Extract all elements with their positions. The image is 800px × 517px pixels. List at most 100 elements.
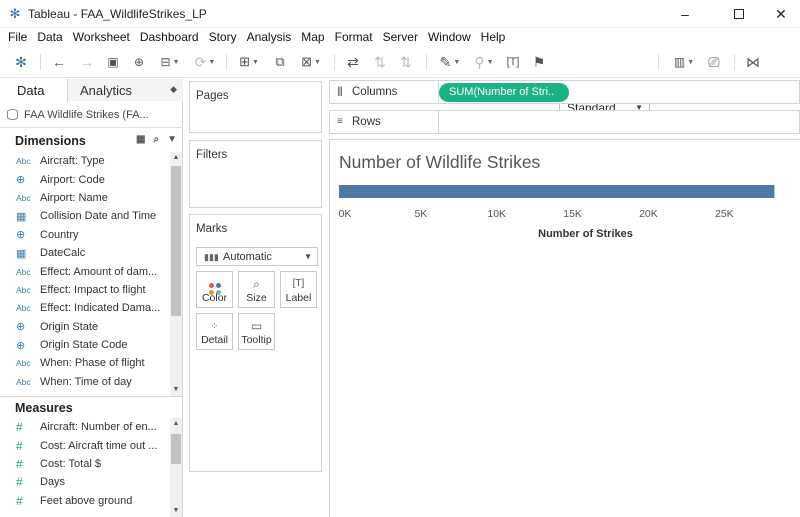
refresh-icon[interactable]: ⟳ ▼ (190, 52, 220, 72)
scroll-down-icon[interactable]: ▼ (170, 505, 182, 517)
tooltip-button[interactable]: ▭ Tooltip (238, 313, 275, 350)
dimension-field[interactable]: Abc Airport: Name (0, 189, 170, 207)
share-icon[interactable]: ⋈ (743, 52, 763, 72)
x-axis-tick-label: 5K (414, 208, 427, 220)
sort-descending-icon[interactable]: ⇅ (396, 52, 416, 72)
show-cards-icon[interactable]: ▥ ▼ (668, 52, 700, 72)
dimension-field[interactable]: Abc When: Phase of flight (0, 354, 170, 372)
scrollbar-thumb[interactable] (171, 166, 181, 316)
show-mark-labels-icon[interactable]: [T] (503, 52, 523, 72)
number-type-icon: # (16, 438, 23, 453)
dimension-field[interactable]: ⊕ Airport: Code (0, 170, 170, 188)
menu-dropdown-icon[interactable]: ▼ (167, 134, 177, 145)
bar-mark[interactable] (339, 185, 775, 198)
save-icon[interactable]: ▣ (104, 52, 122, 72)
view-grid-icon[interactable]: ▦ (136, 134, 145, 145)
scroll-up-icon[interactable]: ▲ (170, 418, 182, 430)
menu-story[interactable]: Story (204, 28, 242, 46)
columns-icon: ||| (337, 86, 343, 97)
search-icon[interactable]: ⌕ (153, 134, 159, 145)
pages-card[interactable]: Pages (189, 81, 322, 133)
toolbar-separator (40, 54, 41, 70)
fix-axes-icon[interactable]: ⚑ (530, 52, 548, 72)
dimension-field[interactable]: Abc When: Time of day (0, 373, 170, 391)
rows-icon: ≡ (337, 116, 343, 127)
measure-field[interactable]: # Aircraft: Number of en... (0, 418, 170, 436)
menu-file[interactable]: File (0, 28, 32, 46)
dimension-field[interactable]: Abc Aircraft: Type (0, 152, 170, 170)
minimize-button[interactable]: – (662, 0, 708, 28)
dimension-field[interactable]: ⊕ Country (0, 226, 170, 244)
toolbar: ✻ ← → ▣ ⊕ ⊟ ▼ ⟳ ▼ ⊞ ▼ ⧉ ⊠ ▼ ⇄ ⇅ ⇅ ✎ ▼ ⚲ ▼ [T] … (0, 46, 800, 118)
tab-data[interactable]: Data (0, 79, 68, 102)
tab-analytics-label: Analytics (80, 83, 133, 98)
menu-worksheet[interactable]: Worksheet (68, 28, 135, 46)
duplicate-sheet-icon[interactable]: ⧉ (270, 52, 290, 72)
measure-field[interactable]: # Feet above ground (0, 492, 170, 510)
clear-sheet-icon[interactable]: ⊠ ▼ (295, 52, 327, 72)
mark-type-value: Automatic (223, 251, 272, 263)
color-button[interactable]: Color (196, 271, 233, 308)
scroll-down-icon[interactable]: ▼ (170, 384, 182, 396)
menu-analysis[interactable]: Analysis (242, 28, 297, 46)
swap-rows-columns-icon[interactable]: ⇄ (343, 52, 363, 72)
menu-server[interactable]: Server (378, 28, 423, 46)
mark-type-select[interactable]: ▮▮▮ Automatic ▼ (196, 247, 318, 266)
dimensions-list: Abc Aircraft: Type ⊕ Airport: Code Abc Airp… (0, 152, 170, 396)
rows-shelf-label: ≡ Rows (330, 111, 439, 133)
dimensions-header: Dimensions ▦ ⌕ ▼ (0, 130, 183, 152)
maximize-icon (734, 9, 744, 19)
new-worksheet-icon[interactable]: ⊞ ▼ (234, 52, 264, 72)
dimension-field[interactable]: ▦ Collision Date and Time (0, 207, 170, 225)
x-axis-tick-label: 25K (715, 208, 734, 220)
measure-field[interactable]: # Cost: Aircraft time out ... (0, 436, 170, 454)
detail-dots-icon: ⁘ (210, 321, 219, 331)
presentation-mode-icon[interactable]: ⎚ (704, 52, 724, 72)
measure-field[interactable]: # Cost: Total $ (0, 455, 170, 473)
menu-data[interactable]: Data (32, 28, 67, 46)
columns-measure-pill[interactable]: SUM(Number of Stri.. (439, 83, 569, 102)
scroll-up-icon[interactable]: ▲ (170, 152, 182, 164)
dimension-field[interactable]: Abc Effect: Indicated Dama... (0, 299, 170, 317)
collapse-pane-icon[interactable]: ◆ (170, 84, 177, 95)
maximize-button[interactable] (716, 0, 762, 28)
menu-dashboard[interactable]: Dashboard (135, 28, 204, 46)
sort-ascending-icon[interactable]: ⇅ (370, 52, 390, 72)
menu-map[interactable]: Map (296, 28, 329, 46)
pause-updates-icon[interactable]: ⊟ ▼ (156, 52, 184, 72)
dimension-field[interactable]: Abc Effect: Amount of dam... (0, 262, 170, 280)
close-button[interactable]: ✕ (758, 0, 800, 28)
dimension-field[interactable]: Abc Effect: Impact to flight (0, 281, 170, 299)
filters-card[interactable]: Filters (189, 140, 322, 208)
scrollbar-thumb[interactable] (171, 434, 181, 464)
undo-icon[interactable]: ← (49, 52, 69, 72)
pages-card-title: Pages (196, 90, 229, 102)
measure-field[interactable]: # Days (0, 473, 170, 491)
cards-column: Pages Filters Marks ▮▮▮ Automatic ▼ Colo… (184, 79, 326, 517)
tab-analytics[interactable]: Analytics ◆ (68, 79, 183, 101)
datasource-item[interactable]: FAA Wildlife Strikes (FA... (0, 102, 183, 128)
measures-scrollbar[interactable]: ▲ ▼ (170, 418, 182, 517)
menu-window[interactable]: Window (423, 28, 476, 46)
marks-card-title: Marks (196, 223, 228, 235)
size-button[interactable]: ⌕ Size (238, 271, 275, 308)
toolbar-separator (426, 54, 427, 70)
dimension-field[interactable]: ⊕ Origin State Code (0, 336, 170, 354)
dimension-field[interactable]: ⊕ Origin State (0, 318, 170, 336)
new-datasource-icon[interactable]: ⊕ (130, 52, 148, 72)
redo-icon[interactable]: → (77, 52, 97, 72)
tableau-start-icon[interactable]: ✻ (12, 52, 30, 72)
dimensions-scrollbar[interactable]: ▲ ▼ (170, 152, 182, 396)
abc-type-icon: Abc (16, 303, 31, 314)
marks-card: Marks ▮▮▮ Automatic ▼ Color ⌕ Size [T] L… (189, 214, 322, 472)
group-members-icon[interactable]: ⚲ ▼ (470, 52, 498, 72)
dimension-field[interactable]: ▦ DateCalc (0, 244, 170, 262)
label-button[interactable]: [T] Label (280, 271, 317, 308)
menu-help[interactable]: Help (476, 28, 511, 46)
color-palette-icon (197, 272, 232, 295)
columns-shelf-label: ||| Columns (330, 81, 439, 103)
highlight-icon[interactable]: ✎ ▼ (436, 52, 464, 72)
menu-format[interactable]: Format (330, 28, 378, 46)
detail-button[interactable]: ⁘ Detail (196, 313, 233, 350)
rows-shelf[interactable]: ≡ Rows (329, 110, 800, 134)
